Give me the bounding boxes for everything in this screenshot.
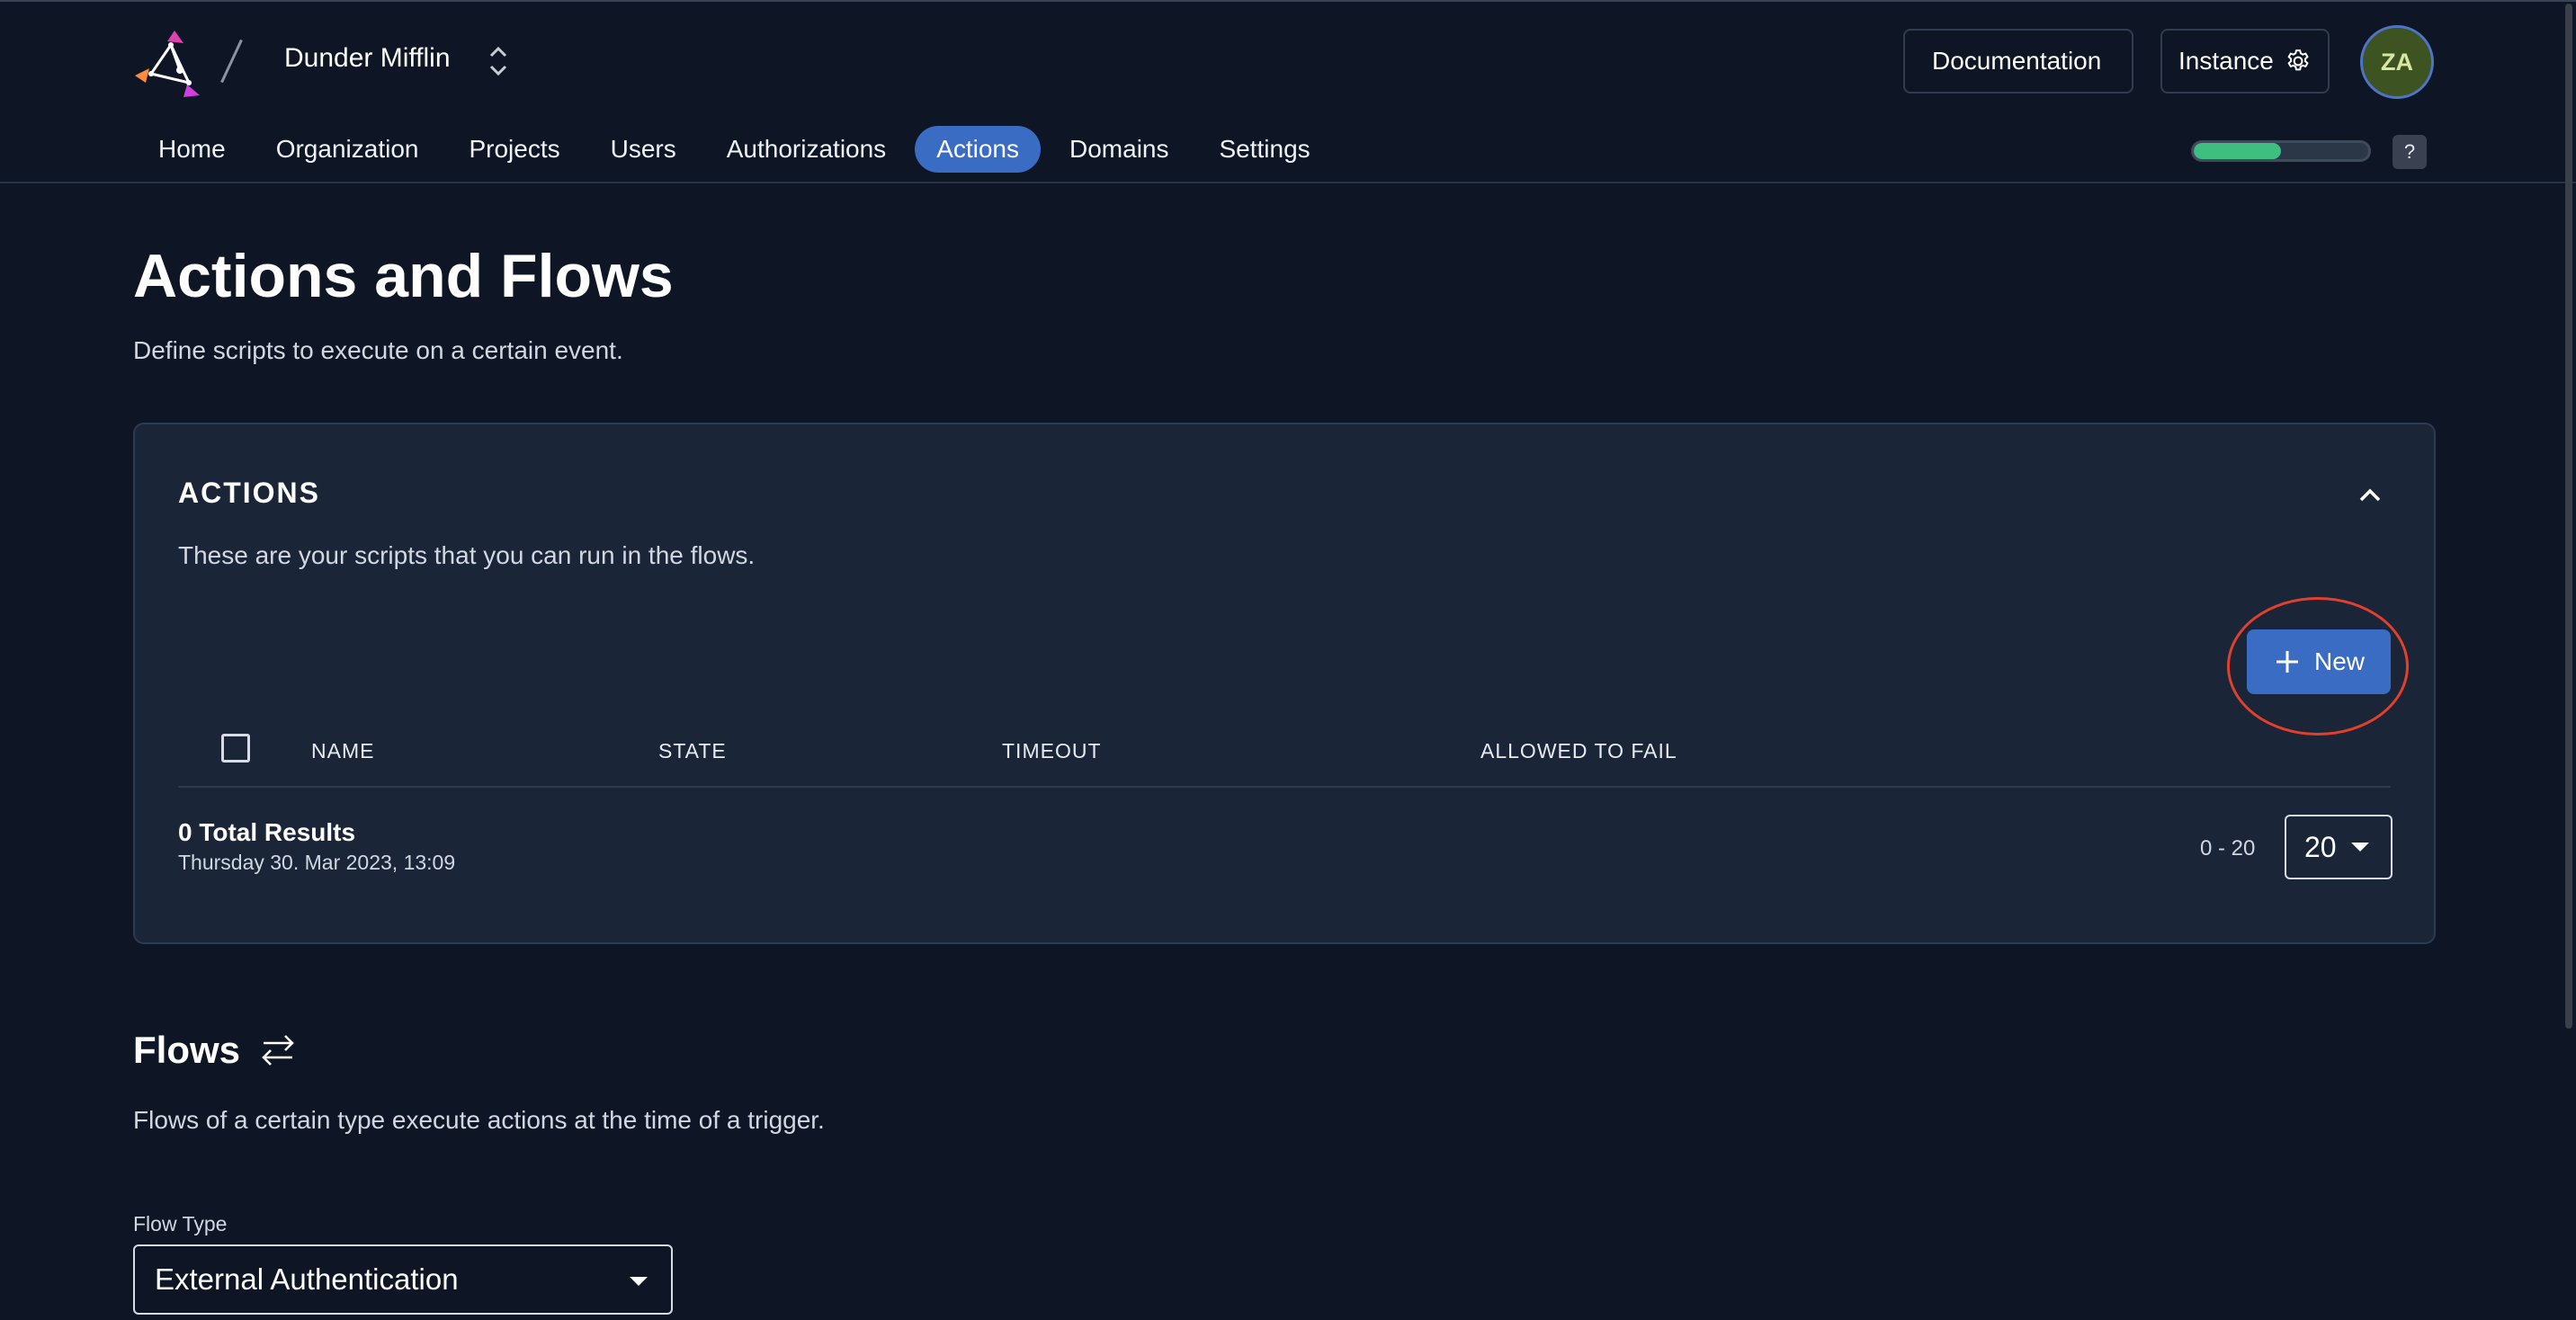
- flows-title: Flows: [133, 1029, 298, 1072]
- actions-card-description: These are your scripts that you can run …: [178, 541, 756, 569]
- chevron-up-icon[interactable]: [2355, 480, 2385, 511]
- swap-arrows-icon: [262, 1035, 294, 1066]
- page-subtitle: Define scripts to execute on a certain e…: [133, 336, 623, 364]
- flow-type-label: Flow Type: [133, 1212, 228, 1235]
- user-avatar[interactable]: ZA: [2360, 25, 2434, 99]
- documentation-button[interactable]: Documentation: [1903, 29, 2133, 94]
- caret-down-icon: [630, 1277, 648, 1286]
- usage-progress-fill: [2194, 143, 2281, 159]
- flows-title-text: Flows: [133, 1029, 241, 1071]
- page: Dunder Mifflin Documentation Instance ZA…: [0, 0, 2576, 1320]
- nav-item-projects[interactable]: Projects: [447, 126, 581, 173]
- plus-icon: [2276, 651, 2298, 673]
- org-switcher-icon[interactable]: [486, 43, 511, 79]
- nav-item-users[interactable]: Users: [589, 126, 698, 173]
- page-size-select[interactable]: 20: [2285, 815, 2393, 879]
- column-header-name[interactable]: NAME: [311, 739, 374, 763]
- avatar-initials: ZA: [2381, 48, 2413, 76]
- select-all-checkbox[interactable]: [221, 734, 250, 763]
- top-bar: Dunder Mifflin Documentation Instance ZA…: [0, 0, 2576, 183]
- help-button[interactable]: ?: [2393, 135, 2427, 169]
- page-size-value: 20: [2304, 830, 2337, 863]
- flow-type-select[interactable]: External Authentication: [133, 1244, 673, 1315]
- flow-type-value: External Authentication: [155, 1262, 459, 1296]
- org-name[interactable]: Dunder Mifflin: [284, 43, 451, 74]
- main-nav: Home Organization Projects Users Authori…: [137, 126, 1339, 173]
- caret-down-icon: [2350, 843, 2369, 852]
- nav-item-settings[interactable]: Settings: [1198, 126, 1332, 173]
- actions-table-header: NAME STATE TIMEOUT ALLOWED TO FAIL: [178, 719, 2391, 788]
- page-title: Actions and Flows: [133, 242, 674, 310]
- instance-label: Instance: [2178, 47, 2274, 75]
- total-results: 0 Total Results: [178, 818, 356, 846]
- new-button-label: New: [2313, 647, 2365, 675]
- nav-item-home[interactable]: Home: [137, 126, 247, 173]
- results-timestamp: Thursday 30. Mar 2023, 13:09: [178, 851, 456, 874]
- column-header-state[interactable]: STATE: [658, 739, 727, 763]
- breadcrumb-divider: [220, 39, 243, 84]
- instance-button[interactable]: Instance: [2160, 29, 2330, 94]
- usage-progress-bar[interactable]: [2191, 140, 2371, 162]
- nav-item-organization[interactable]: Organization: [255, 126, 441, 173]
- flows-description: Flows of a certain type execute actions …: [133, 1106, 825, 1134]
- column-header-allowed-to-fail[interactable]: ALLOWED TO FAIL: [1480, 739, 1677, 763]
- actions-card: ACTIONS These are your scripts that you …: [133, 423, 2436, 944]
- documentation-label: Documentation: [1932, 47, 2102, 75]
- actions-card-title: ACTIONS: [178, 477, 320, 509]
- nav-item-authorizations[interactable]: Authorizations: [705, 126, 908, 173]
- pagination-range: 0 - 20: [2200, 836, 2256, 861]
- nav-item-actions[interactable]: Actions: [915, 126, 1042, 173]
- page-scrollbar[interactable]: [2560, 0, 2576, 1320]
- logo-icon[interactable]: [131, 25, 205, 99]
- scrollbar-thumb[interactable]: [2565, 4, 2572, 1029]
- new-action-button[interactable]: New: [2247, 629, 2391, 694]
- nav-item-domains[interactable]: Domains: [1048, 126, 1190, 173]
- gear-icon: [2287, 49, 2309, 71]
- column-header-timeout[interactable]: TIMEOUT: [1002, 739, 1102, 763]
